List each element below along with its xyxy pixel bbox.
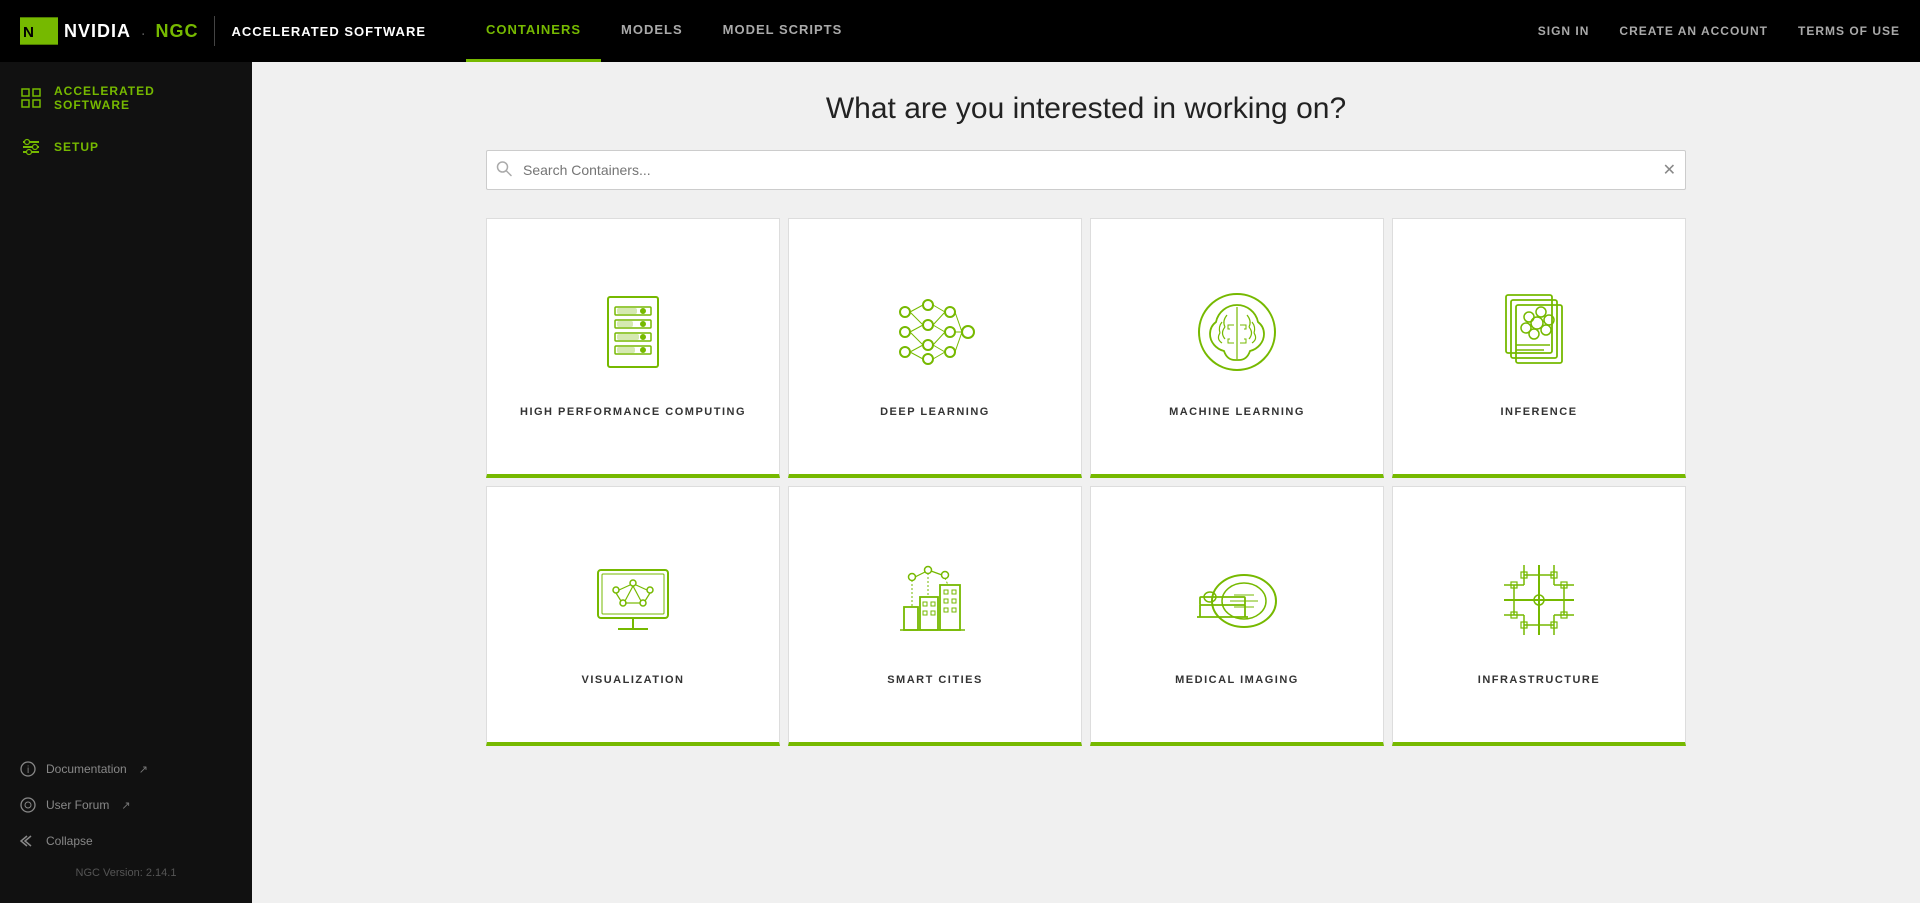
page-title: What are you interested in working on? (282, 92, 1890, 126)
sidebar-item-setup[interactable]: SETUP (0, 124, 252, 170)
sidebar-item-documentation[interactable]: i Documentation ↗ (0, 751, 252, 787)
sidebar-item-accelerated-software[interactable]: ACCELERATED SOFTWARE (0, 72, 252, 124)
nav-brand: ACCELERATED SOFTWARE (231, 24, 426, 39)
sidebar: ACCELERATED SOFTWARE SETUP i (0, 62, 252, 903)
smart-cities-label: SMART CITIES (887, 674, 983, 686)
version-label: NGC Version: 2.14.1 (0, 859, 252, 887)
mri-icon (1187, 550, 1287, 650)
nav-links: CONTAINERS MODELS MODEL SCRIPTS (466, 0, 862, 62)
nvidia-wordmark: NVIDIA (64, 21, 131, 42)
sign-in-link[interactable]: SIGN IN (1538, 24, 1590, 38)
main-layout: ACCELERATED SOFTWARE SETUP i (0, 62, 1920, 903)
ngc-wordmark: NGC (155, 21, 198, 42)
sidebar-collapse-button[interactable]: Collapse (0, 823, 252, 859)
neural-network-icon (885, 282, 985, 382)
sidebar-label-setup: SETUP (54, 140, 99, 154)
terms-link[interactable]: TERMS OF USE (1798, 24, 1900, 38)
nvidia-eye-icon: N (20, 17, 58, 45)
nav-right: SIGN IN CREATE AN ACCOUNT TERMS OF USE (1538, 24, 1900, 38)
category-card-medical-imaging[interactable]: MEDICAL IMAGING (1090, 486, 1384, 746)
monitor-icon (583, 550, 683, 650)
search-icon (496, 161, 512, 180)
nav-link-model-scripts[interactable]: MODEL SCRIPTS (703, 0, 863, 62)
sidebar-bottom: i Documentation ↗ User Forum ↗ Collapse (0, 735, 252, 903)
server-icon (583, 282, 683, 382)
info-icon: i (20, 761, 36, 777)
category-card-inference[interactable]: INFERENCE (1392, 218, 1686, 478)
category-card-hpc[interactable]: HIGH PERFORMANCE COMPUTING (486, 218, 780, 478)
flower-icon (1489, 282, 1589, 382)
circuit-icon (1489, 550, 1589, 650)
city-icon (885, 550, 985, 650)
category-card-visualization[interactable]: VISUALIZATION (486, 486, 780, 746)
search-container: ✕ (486, 150, 1686, 190)
content-area: What are you interested in working on? ✕ (252, 62, 1920, 903)
category-card-deep-learning[interactable]: DEEP LEARNING (788, 218, 1082, 478)
chat-icon (20, 797, 36, 813)
category-grid: HIGH PERFORMANCE COMPUTING (486, 218, 1686, 746)
create-account-link[interactable]: CREATE AN ACCOUNT (1619, 24, 1768, 38)
category-card-machine-learning[interactable]: MACHINE LEARNING (1090, 218, 1384, 478)
nav-link-containers[interactable]: CONTAINERS (466, 0, 601, 62)
deep-learning-label: DEEP LEARNING (880, 406, 990, 418)
setup-icon (20, 136, 42, 158)
category-card-smart-cities[interactable]: SMART CITIES (788, 486, 1082, 746)
medical-imaging-label: MEDICAL IMAGING (1175, 674, 1299, 686)
inference-label: INFERENCE (1500, 406, 1577, 418)
search-input[interactable] (486, 150, 1686, 190)
chevron-left-icon (20, 833, 36, 849)
machine-learning-label: MACHINE LEARNING (1169, 406, 1305, 418)
visualization-label: VISUALIZATION (581, 674, 684, 686)
svg-text:N: N (23, 24, 34, 41)
user-forum-label: User Forum (46, 798, 109, 812)
infrastructure-label: INFRASTRUCTURE (1478, 674, 1600, 686)
nav-link-models[interactable]: MODELS (601, 0, 703, 62)
sidebar-label-accelerated-software: ACCELERATED SOFTWARE (54, 84, 232, 112)
svg-text:i: i (27, 765, 29, 776)
search-clear-button[interactable]: ✕ (1663, 160, 1676, 180)
category-card-infrastructure[interactable]: INFRASTRUCTURE (1392, 486, 1686, 746)
hpc-label: HIGH PERFORMANCE COMPUTING (520, 406, 746, 418)
collapse-label: Collapse (46, 834, 93, 848)
brain-icon (1187, 282, 1287, 382)
nvidia-logo: N NVIDIA . NGC (20, 17, 198, 45)
nav-divider (214, 16, 215, 46)
documentation-label: Documentation (46, 762, 127, 776)
top-nav: N NVIDIA . NGC ACCELERATED SOFTWARE CONT… (0, 0, 1920, 62)
sidebar-item-user-forum[interactable]: User Forum ↗ (0, 787, 252, 823)
grid-icon (20, 87, 42, 109)
